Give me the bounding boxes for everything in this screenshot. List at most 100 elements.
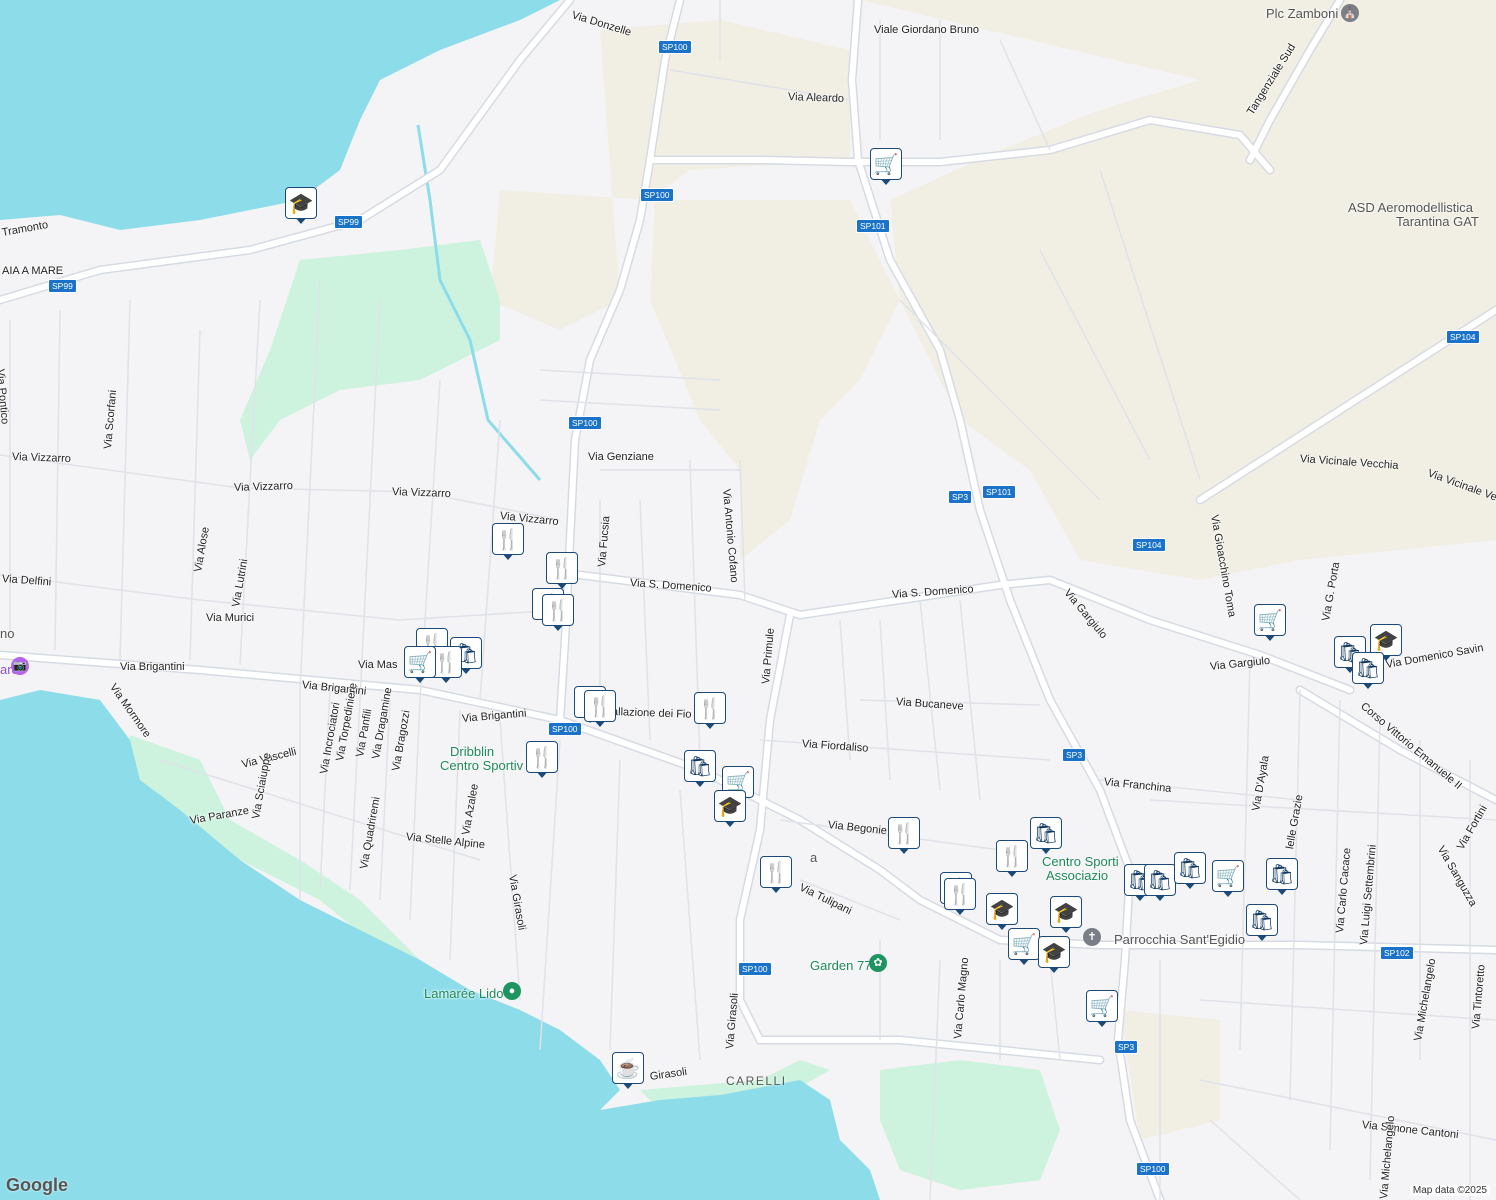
street-label: Via Vizzarro <box>11 451 72 466</box>
restaurant-icon: 🍴 <box>760 856 792 888</box>
place-label[interactable]: Associazio <box>1046 869 1108 883</box>
restaurant-icon: 🍴 <box>584 690 616 722</box>
poi-marker[interactable]: 🍴 <box>694 692 728 732</box>
shopping-bag-icon: 🛍 <box>1030 817 1062 849</box>
school-icon: 🎓 <box>285 187 317 219</box>
poi-marker[interactable]: 🛍 <box>1030 817 1064 857</box>
shopping-bag-icon: 🛍 <box>1352 652 1384 684</box>
street-label: Viale Giordano Bruno <box>874 24 979 36</box>
poi-marker[interactable]: 🛒 <box>1086 990 1120 1030</box>
restaurant-icon: 🍴 <box>542 594 574 626</box>
road-shield: SP3 <box>1114 1040 1139 1054</box>
school-icon: 🎓 <box>1050 896 1082 928</box>
street-label: Via Mas <box>358 659 398 671</box>
road-shield: SP101 <box>856 219 890 233</box>
place-label[interactable]: Parrocchia Sant'Egidio <box>1114 933 1245 947</box>
place-label[interactable]: no <box>0 627 14 641</box>
poi-marker[interactable]: 🍴 <box>526 741 560 781</box>
road-shield: SP100 <box>568 416 602 430</box>
poi-marker[interactable]: 🎓 <box>285 187 319 227</box>
street-label: Via Genziane <box>588 451 654 463</box>
place-label[interactable]: Centro Sportiv <box>440 759 523 773</box>
area-label: CARELLI <box>726 1074 787 1088</box>
map-attribution[interactable]: Map data ©2025 <box>1409 1185 1490 1196</box>
poi-marker[interactable]: 🍴 <box>996 840 1030 880</box>
poi-marker[interactable]: 🛒 <box>1254 604 1288 644</box>
school-icon: 🎓 <box>986 893 1018 925</box>
shopping-cart-icon: 🛒 <box>1008 928 1040 960</box>
shopping-cart-icon: 🛒 <box>870 148 902 180</box>
poi-marker[interactable]: 🛍 <box>1352 652 1386 692</box>
place-pin-icon[interactable]: 📷 <box>11 657 29 675</box>
shopping-bag-icon: 🛍 <box>1144 864 1176 896</box>
street-label: Via Brigantini <box>120 661 185 673</box>
restaurant-icon: 🍴 <box>996 840 1028 872</box>
poi-marker[interactable]: 🍴 <box>944 878 978 918</box>
poi-marker[interactable]: 🎓 <box>986 893 1020 933</box>
poi-marker[interactable]: 🍴 <box>584 690 618 730</box>
place-pin-icon[interactable]: ✿ <box>869 954 887 972</box>
poi-marker[interactable]: 🛍 <box>1246 904 1280 944</box>
poi-marker[interactable]: 🛒 <box>1008 928 1042 968</box>
map-canvas[interactable]: Via Donzelle Viale Giordano Bruno Via Alea… <box>0 0 1496 1200</box>
shopping-cart-icon: 🛒 <box>1254 604 1286 636</box>
street-label: Via Murici <box>206 612 255 624</box>
shopping-cart-icon: 🛒 <box>1086 990 1118 1022</box>
poi-marker[interactable]: 🎓 <box>714 790 748 830</box>
poi-marker[interactable]: 🎓 <box>1050 896 1084 936</box>
place-label[interactable]: Lamarée Lido <box>424 987 504 1001</box>
restaurant-icon: 🍴 <box>526 741 558 773</box>
road-shield: SP100 <box>1136 1162 1170 1176</box>
restaurant-icon: 🍴 <box>492 523 524 555</box>
poi-marker[interactable]: 🛍 <box>1144 864 1178 904</box>
place-pin-icon[interactable]: ✝ <box>1083 928 1101 946</box>
school-icon: 🎓 <box>714 790 746 822</box>
place-label[interactable]: Centro Sporti <box>1042 855 1119 869</box>
street-label: AIA A MARE <box>2 265 64 277</box>
restaurant-icon: 🍴 <box>888 817 920 849</box>
cafe-icon: ☕ <box>612 1052 644 1084</box>
restaurant-icon: 🍴 <box>694 692 726 724</box>
road-shield: SP104 <box>1446 330 1480 344</box>
place-label[interactable]: Tarantina GAT <box>1396 215 1479 229</box>
restaurant-icon: 🍴 <box>546 552 578 584</box>
road-shield: SP3 <box>948 490 973 504</box>
shopping-bag-icon: 🛍 <box>684 750 716 782</box>
street-label: Via Vizzarro <box>233 479 294 494</box>
road-shield: SP104 <box>1132 538 1166 552</box>
road-shield: SP99 <box>334 215 363 229</box>
road-shield: SP3 <box>1062 748 1087 762</box>
place-label[interactable]: Garden 77 <box>810 959 871 973</box>
poi-marker[interactable]: 🍴 <box>888 817 922 857</box>
poi-marker[interactable]: 🛍 <box>1266 858 1300 898</box>
school-icon: 🎓 <box>1038 936 1070 968</box>
poi-marker[interactable]: 🛒 <box>404 646 438 686</box>
poi-marker[interactable]: 🍴 <box>546 552 580 592</box>
place-label[interactable]: Plc Zamboni <box>1266 7 1338 21</box>
place-label[interactable]: ASD Aeromodellistica <box>1348 201 1473 215</box>
poi-marker[interactable]: 🎓 <box>1038 936 1072 976</box>
restaurant-icon: 🍴 <box>944 878 976 910</box>
map-base-layer <box>0 0 1496 1200</box>
google-logo: Google <box>6 1175 68 1195</box>
place-label[interactable]: Dribblin <box>450 745 494 759</box>
shopping-cart-icon: 🛒 <box>404 646 436 678</box>
shopping-bag-icon: 🛍 <box>1266 858 1298 890</box>
place-pin-icon[interactable]: ● <box>503 982 521 1000</box>
poi-marker[interactable]: 🛍 <box>684 750 718 790</box>
road-shield: SP99 <box>48 279 77 293</box>
poi-marker[interactable]: 🍴 <box>492 523 526 563</box>
poi-marker[interactable]: 🍴 <box>760 856 794 896</box>
street-label: Via Aleardo <box>787 91 845 105</box>
poi-marker[interactable]: ☕ <box>612 1052 646 1092</box>
poi-marker[interactable]: 🛒 <box>870 148 904 188</box>
place-pin-icon[interactable]: ⛪ <box>1341 4 1359 22</box>
shopping-bag-icon: 🛍 <box>1174 852 1206 884</box>
poi-marker[interactable]: 🛒 <box>1212 860 1246 900</box>
poi-marker[interactable]: 🍴 <box>542 594 576 634</box>
poi-marker[interactable]: 🛍 <box>1174 852 1208 892</box>
place-label[interactable]: a <box>810 851 817 865</box>
road-shield: SP101 <box>982 485 1016 499</box>
shopping-cart-icon: 🛒 <box>1212 860 1244 892</box>
road-shield: SP100 <box>738 962 772 976</box>
